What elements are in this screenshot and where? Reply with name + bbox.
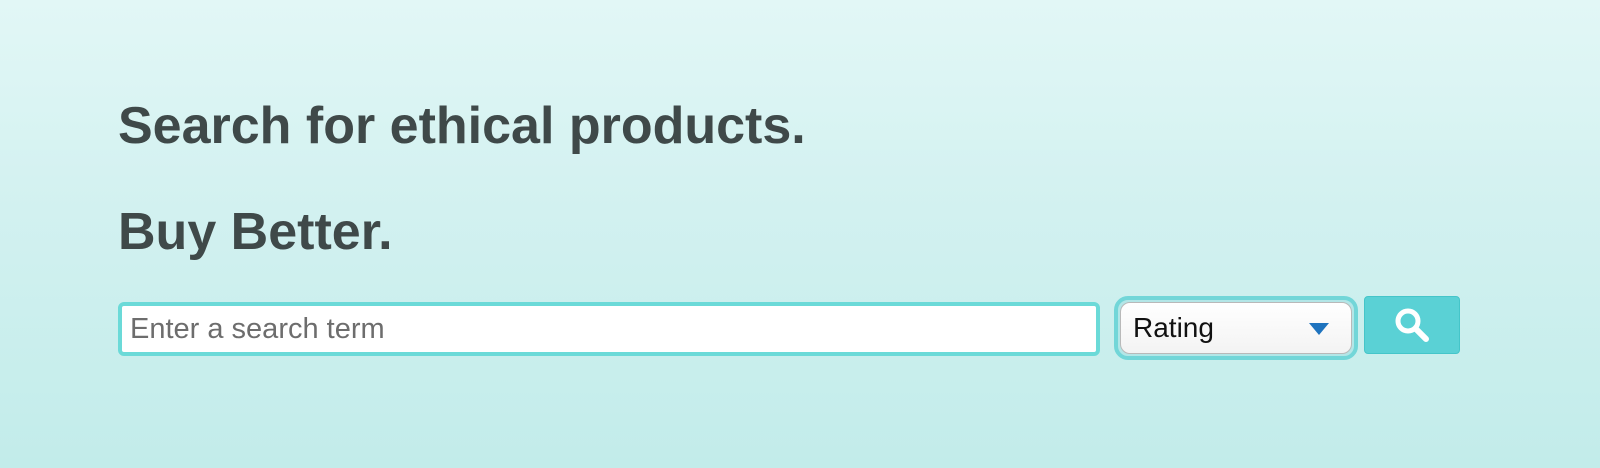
chevron-down-icon <box>1309 323 1329 335</box>
page-title: Search for ethical products. <box>118 97 806 155</box>
sort-select-value: Rating <box>1133 312 1214 343</box>
sort-select[interactable]: Rating <box>1120 302 1352 354</box>
page-subtitle: Buy Better. <box>118 203 393 261</box>
search-bar: Rating <box>118 296 1490 360</box>
search-button[interactable] <box>1364 296 1460 354</box>
sort-select-focus-ring: Rating <box>1114 296 1358 360</box>
search-icon <box>1395 308 1429 342</box>
search-input-container <box>118 302 1100 356</box>
search-input[interactable] <box>122 306 1096 352</box>
